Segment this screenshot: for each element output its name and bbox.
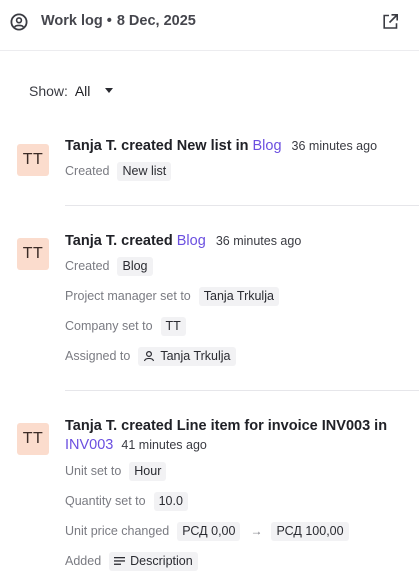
header: Work log • 8 Dec, 2025	[0, 0, 419, 51]
entry-title: Tanja T. created Line item for invoice I…	[65, 417, 387, 435]
old-value: РСД 0,00	[177, 521, 241, 541]
entry-time: 36 minutes ago	[291, 139, 378, 153]
show-filter-value: All	[74, 83, 91, 99]
text-lines-icon	[114, 557, 126, 565]
detail-row: Unit price changed РСД 0,00 → РСД 100,00	[65, 521, 349, 541]
detail-value: TT	[160, 316, 186, 336]
entry-title: Tanja T. created Blog 36 minutes ago	[65, 232, 301, 250]
detail-label: Unit set to	[65, 464, 122, 478]
arrow-right-icon: →	[250, 524, 263, 538]
detail-row: Assigned to Tanja Trkulja	[65, 346, 236, 366]
detail-row: Created New list	[65, 161, 172, 181]
page-date: 8 Dec, 2025	[116, 13, 196, 29]
detail-value: Blog	[117, 256, 153, 276]
external-link-icon[interactable]	[380, 12, 400, 32]
user-icon	[144, 350, 155, 362]
entry-link[interactable]: Blog	[177, 233, 206, 249]
detail-row: Project manager set to Tanja Trkulja	[65, 286, 279, 306]
detail-value-description: Description	[109, 551, 198, 571]
new-value: РСД 100,00	[271, 521, 349, 541]
detail-value: Tanja Trkulja	[160, 348, 231, 363]
entry-title-text: Tanja T. created Line item for invoice I…	[65, 418, 388, 434]
entry-title-text: Tanja T. created New list in	[65, 138, 249, 154]
entry-link[interactable]: INV003	[65, 437, 113, 453]
detail-row: Created Blog	[65, 256, 153, 276]
detail-value-user: Tanja Trkulja	[138, 346, 236, 366]
avatar: TT	[17, 238, 49, 270]
detail-value: Tanja Trkulja	[198, 286, 279, 306]
show-filter-dropdown[interactable]: Show: All	[29, 83, 114, 99]
entry-time: 41 minutes ago	[121, 438, 207, 452]
detail-value: Hour	[129, 461, 167, 481]
detail-row: Company set to TT	[65, 316, 186, 336]
entry-link[interactable]: Blog	[252, 138, 281, 154]
divider	[65, 390, 419, 391]
caret-down-icon	[105, 88, 114, 93]
entry-title-continued: INV003 41 minutes ago	[65, 436, 207, 454]
entry-time: 36 minutes ago	[215, 234, 302, 248]
avatar: TT	[17, 423, 49, 455]
user-circle-icon	[10, 13, 28, 31]
title-separator: •	[106, 13, 112, 29]
detail-row: Added Description	[65, 551, 198, 571]
detail-label: Added	[65, 554, 102, 568]
detail-label: Unit price changed	[65, 524, 170, 538]
entry-title: Tanja T. created New list in Blog 36 min…	[65, 137, 377, 155]
detail-label: Created	[65, 164, 110, 178]
detail-label: Assigned to	[65, 349, 131, 363]
detail-value: 10.0	[153, 491, 188, 511]
page-title-text: Work log	[41, 13, 103, 29]
detail-label: Project manager set to	[65, 289, 191, 303]
detail-row: Unit set to Hour	[65, 461, 167, 481]
page-title: Work log • 8 Dec, 2025	[41, 13, 196, 29]
show-filter-label: Show:	[29, 83, 68, 99]
entry-title-text: Tanja T. created	[65, 233, 173, 249]
detail-label: Company set to	[65, 319, 153, 333]
detail-label: Created	[65, 259, 110, 273]
divider	[65, 205, 419, 206]
detail-label: Quantity set to	[65, 494, 146, 508]
detail-value: Description	[130, 553, 193, 568]
detail-row: Quantity set to 10.0	[65, 491, 188, 511]
avatar: TT	[17, 144, 49, 176]
detail-value: New list	[117, 161, 172, 181]
